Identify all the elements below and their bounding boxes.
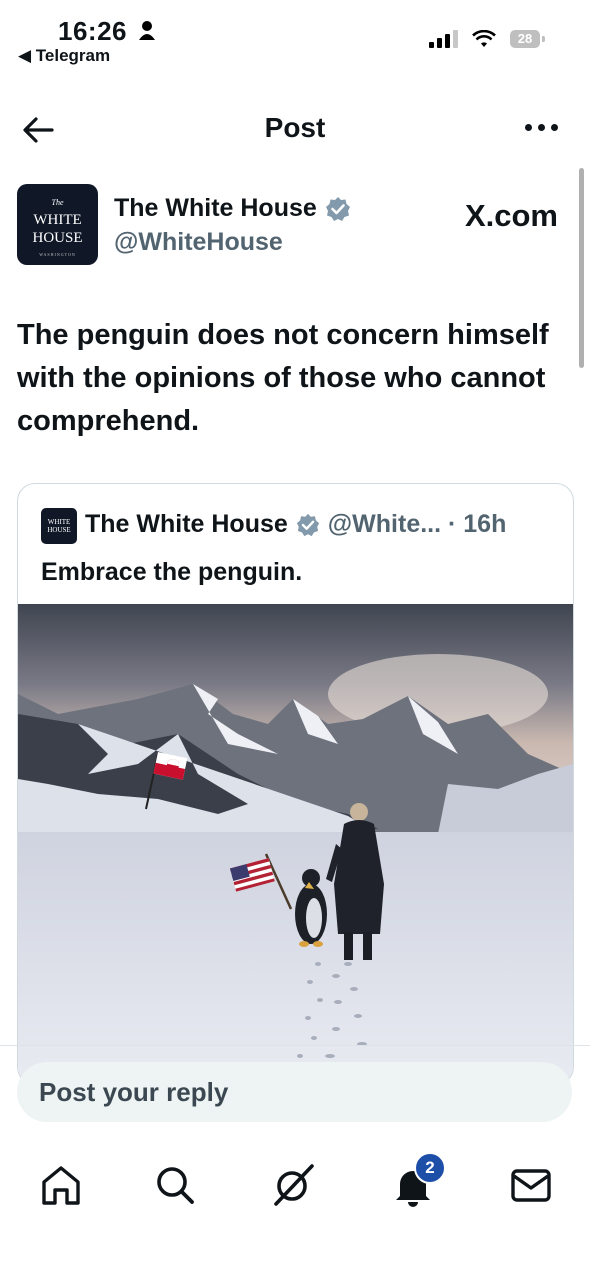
page-title: Post: [264, 112, 326, 143]
divider: [0, 1045, 590, 1046]
home-icon[interactable]: [36, 1160, 86, 1210]
author-handle[interactable]: @WhiteHouse: [114, 228, 283, 257]
battery-indicator: 28: [510, 30, 545, 48]
quoted-post-header: The White House @White... · 16h: [85, 510, 506, 539]
reply-input[interactable]: Post your reply: [17, 1062, 572, 1122]
search-icon[interactable]: [150, 1160, 200, 1210]
back-to-app[interactable]: ◀ Telegram: [18, 46, 110, 66]
author-avatar[interactable]: The WHITE HOUSE WASHINGTON: [17, 184, 98, 265]
back-app-label: Telegram: [35, 46, 111, 65]
avatar-text-washington: WASHINGTON: [39, 252, 76, 257]
quoted-author-name: The White House: [85, 510, 288, 538]
quoted-avatar-text-white: WHITE: [47, 518, 71, 526]
post-text: The penguin does not concern himself wit…: [17, 319, 549, 437]
avatar-text-the: The: [51, 198, 64, 207]
scrollbar[interactable]: [579, 168, 584, 368]
quoted-post-image[interactable]: [18, 604, 573, 1084]
reply-placeholder: Post your reply: [39, 1077, 229, 1107]
avatar-text-house: HOUSE: [32, 230, 83, 246]
verified-badge-icon: [325, 196, 350, 221]
mail-icon[interactable]: [506, 1160, 556, 1210]
author-name-row[interactable]: The White House: [114, 194, 351, 223]
cellular-signal-icon: [429, 30, 458, 48]
author-name[interactable]: The White House: [114, 194, 317, 223]
quoted-handle-time: @White... · 16h: [327, 510, 507, 538]
source-label: X.com: [464, 198, 558, 233]
quoted-avatar-text-house: HOUSE: [47, 526, 71, 534]
person-icon: [139, 21, 155, 40]
wifi-icon: [472, 30, 496, 47]
status-icons: 28: [429, 30, 545, 48]
back-triangle-icon: ◀: [18, 46, 36, 65]
avatar-text-white: WHITE: [33, 212, 82, 228]
more-options-icon[interactable]: [525, 124, 558, 131]
verified-badge-icon: [296, 513, 319, 536]
status-time: 16:26: [58, 16, 127, 46]
notifications-tab[interactable]: 2: [388, 1152, 446, 1210]
grok-icon[interactable]: [268, 1160, 318, 1210]
bottom-tab-bar: 2: [0, 1150, 590, 1220]
quoted-post-text: Embrace the penguin.: [41, 558, 303, 586]
notification-badge: 2: [414, 1152, 446, 1184]
quoted-author-avatar: WHITE HOUSE: [41, 508, 77, 544]
quoted-post-card[interactable]: WHITE HOUSE The White House @White... · …: [17, 483, 574, 1085]
